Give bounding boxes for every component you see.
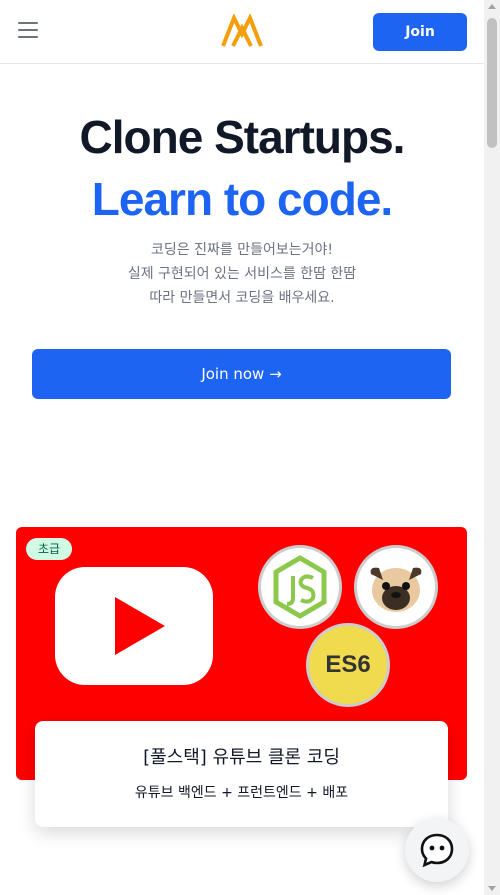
- hero-subtitle-line: 코딩은 진짜를 만들어보는거야!: [151, 242, 333, 258]
- hero-title-line1: Clone Startups.: [79, 111, 406, 163]
- top-header: Join: [0, 0, 484, 64]
- level-badge: 초급: [26, 538, 73, 560]
- course-title[interactable]: [풀스택] 유튜브 클론 코딩: [35, 743, 448, 769]
- hero-subtitle-line: 따라 만들면서 코딩을 배우세요.: [149, 290, 335, 306]
- chat-button[interactable]: [405, 818, 469, 882]
- chat-bubble-icon: [420, 833, 454, 868]
- page-scrollbar[interactable]: [484, 0, 500, 895]
- scroll-down-arrow-icon[interactable]: [488, 886, 496, 891]
- nomad-logo-icon[interactable]: [221, 13, 263, 52]
- hero-subtitle: 코딩은 진짜를 만들어보는거야! 실제 구현되어 있는 서비스를 한땀 한땀 따…: [0, 238, 484, 310]
- scroll-up-arrow-icon[interactable]: [488, 4, 496, 9]
- youtube-logo-icon: [53, 565, 215, 691]
- course-info-card[interactable]: [풀스택] 유튜브 클론 코딩 유튜브 백엔드 + 프런트엔드 + 배포: [35, 721, 448, 827]
- es6-icon: ES6: [306, 623, 390, 707]
- pug-icon: [354, 545, 438, 629]
- join-now-button[interactable]: Join now →: [32, 349, 451, 399]
- hamburger-menu-icon[interactable]: [18, 22, 38, 40]
- hero-subtitle-line: 실제 구현되어 있는 서비스를 한땀 한땀: [127, 266, 357, 282]
- hero-title-line2: Learn to code.: [91, 173, 393, 225]
- nodejs-icon: [258, 545, 342, 629]
- scroll-thumb[interactable]: [487, 18, 497, 148]
- course-description: 유튜브 백엔드 + 프런트엔드 + 배포: [134, 785, 349, 801]
- join-button[interactable]: Join: [373, 13, 467, 51]
